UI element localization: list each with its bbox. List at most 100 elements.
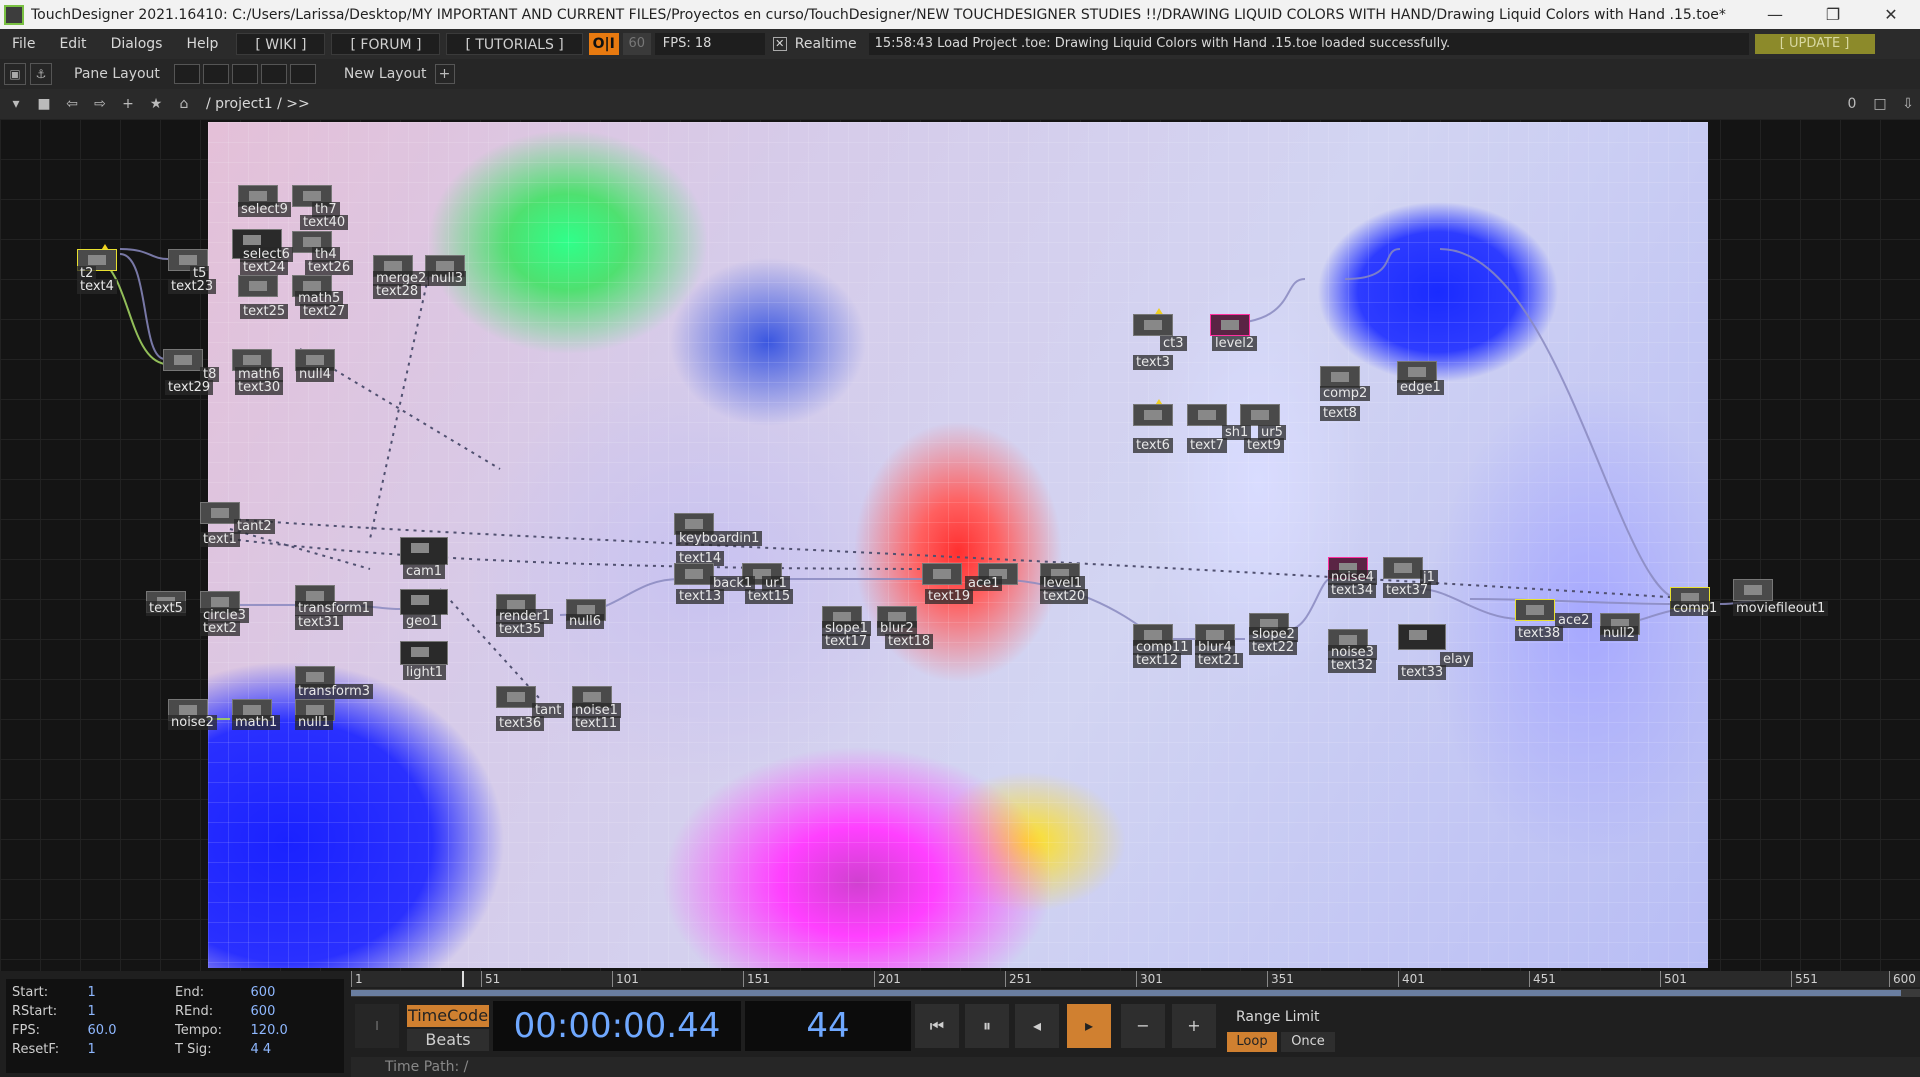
add-icon[interactable]: + bbox=[116, 92, 140, 116]
node-label-level2: level2 bbox=[1212, 336, 1258, 351]
pane-link-icon[interactable]: ⚓ bbox=[30, 63, 52, 85]
node-t8[interactable] bbox=[163, 349, 203, 371]
node-geo1[interactable] bbox=[400, 589, 448, 615]
first-frame-button[interactable]: ⏮ bbox=[915, 1004, 959, 1048]
menu-help[interactable]: Help bbox=[174, 36, 230, 52]
play-forward-button[interactable]: ▸ bbox=[1067, 1004, 1111, 1048]
node-blur5[interactable] bbox=[1240, 404, 1280, 426]
wiki-button[interactable]: [ WIKI ] bbox=[236, 33, 326, 55]
stat-value[interactable]: 4 4 bbox=[251, 1042, 338, 1061]
step-back-button[interactable]: − bbox=[1121, 1004, 1165, 1048]
node-math5-input[interactable] bbox=[238, 275, 278, 297]
ruler-tick: 201 bbox=[874, 971, 901, 987]
node-label-text17: text17 bbox=[822, 634, 871, 649]
ruler-tick: 101 bbox=[612, 971, 639, 987]
node-light1[interactable] bbox=[400, 641, 448, 665]
node-select-b[interactable] bbox=[1187, 404, 1227, 426]
realtime-label: Realtime bbox=[794, 36, 857, 52]
timeline-info-button[interactable]: I bbox=[355, 1004, 399, 1048]
stat-label: T Sig: bbox=[175, 1042, 212, 1057]
timeline-range-bar[interactable] bbox=[351, 989, 1920, 997]
node-cam1[interactable] bbox=[400, 537, 448, 565]
node-moviefileout1[interactable] bbox=[1733, 579, 1773, 601]
maximize-pane-icon[interactable]: □ bbox=[1868, 92, 1892, 116]
node-label-tant2: tant2 bbox=[234, 519, 275, 534]
node-adjust1[interactable] bbox=[1383, 557, 1423, 579]
home-icon[interactable]: ⌂ bbox=[172, 92, 196, 116]
node-level2[interactable] bbox=[1210, 314, 1250, 336]
step-forward-button[interactable]: + bbox=[1172, 1004, 1216, 1048]
stat-value[interactable]: 1 bbox=[88, 985, 175, 1004]
stat-value[interactable]: 1 bbox=[88, 1004, 175, 1023]
node-displace1[interactable] bbox=[922, 563, 962, 585]
network-path[interactable]: / project1 / >> bbox=[206, 96, 310, 112]
network-editor[interactable]: t2 text4 t5 text23 select9 th7 text40 se… bbox=[0, 119, 1920, 971]
forum-button[interactable]: [ FORUM ] bbox=[331, 33, 441, 55]
stat-value[interactable]: 600 bbox=[251, 1004, 338, 1023]
node-label-noise2: noise2 bbox=[168, 715, 217, 730]
loop-button[interactable]: Loop bbox=[1227, 1032, 1277, 1052]
node-replace2[interactable] bbox=[1515, 599, 1555, 621]
fps-readout: FPS: 18 bbox=[654, 33, 765, 55]
node-label-null3: null3 bbox=[428, 271, 466, 286]
stat-value[interactable]: 1 bbox=[88, 1042, 175, 1061]
close-button[interactable]: ✕ bbox=[1862, 5, 1920, 24]
node-label-text38: text38 bbox=[1515, 626, 1564, 641]
range-thumb[interactable] bbox=[351, 990, 1901, 996]
node-label-text7: text7 bbox=[1187, 438, 1227, 453]
stat-label: Start: bbox=[12, 985, 49, 1000]
ruler-tick: 251 bbox=[1005, 971, 1032, 987]
pane-view-icon[interactable]: ▣ bbox=[4, 63, 26, 85]
node-comp2[interactable] bbox=[1320, 366, 1360, 388]
stat-value[interactable]: 60.0 bbox=[88, 1023, 175, 1042]
play-reverse-button[interactable]: ◂ bbox=[1015, 1004, 1059, 1048]
stop-icon[interactable]: ■ bbox=[32, 92, 56, 116]
playhead[interactable] bbox=[462, 971, 467, 987]
menu-edit[interactable]: Edit bbox=[47, 36, 98, 52]
layout-single-button[interactable] bbox=[173, 64, 200, 84]
tutorials-button[interactable]: [ TUTORIALS ] bbox=[446, 33, 583, 55]
node-select-a[interactable] bbox=[1133, 404, 1173, 426]
timecode-mode-button[interactable]: TimeCode bbox=[407, 1005, 489, 1027]
stat-value[interactable]: 120.0 bbox=[251, 1023, 338, 1042]
timecode-display[interactable]: 00:00:00.44 bbox=[493, 1001, 741, 1051]
ruler-tick: 551 bbox=[1791, 971, 1818, 987]
timeline-ruler[interactable]: 1 51 101 151 201 251 301 351 401 451 501… bbox=[351, 971, 1920, 987]
realtime-checkbox[interactable]: ✕ bbox=[772, 37, 787, 51]
restore-button[interactable]: ❐ bbox=[1804, 5, 1862, 24]
layout-split-horizontal-button[interactable] bbox=[231, 64, 258, 84]
range-limit-label: Range Limit bbox=[1236, 1009, 1320, 1025]
ruler-tick: 301 bbox=[1136, 971, 1163, 987]
new-layout-plus-button[interactable]: + bbox=[434, 64, 455, 84]
stat-value[interactable]: 600 bbox=[251, 985, 338, 1004]
minimize-button[interactable]: — bbox=[1746, 5, 1804, 24]
once-button[interactable]: Once bbox=[1281, 1032, 1335, 1052]
pause-button[interactable]: ⏸ bbox=[965, 1004, 1009, 1048]
menu-dialogs[interactable]: Dialogs bbox=[99, 36, 175, 52]
beats-mode-button[interactable]: Beats bbox=[407, 1029, 489, 1051]
node-label-text4: text4 bbox=[77, 279, 117, 294]
node-label-text2: text2 bbox=[200, 621, 240, 636]
frame-display[interactable]: 44 bbox=[745, 1001, 911, 1051]
node-label-text26: text26 bbox=[305, 260, 354, 275]
back-icon[interactable]: ⇦ bbox=[60, 92, 84, 116]
perform-mode-toggle[interactable]: O|I bbox=[588, 33, 619, 55]
node-feedback1[interactable] bbox=[674, 563, 714, 585]
node-select3[interactable] bbox=[1133, 314, 1173, 336]
layout-split-vertical-button[interactable] bbox=[202, 64, 229, 84]
node-constant[interactable] bbox=[496, 686, 536, 708]
node-label-text11: text11 bbox=[572, 716, 621, 731]
pane-menu-icon[interactable]: ▾ bbox=[4, 92, 28, 116]
ruler-tick: 151 bbox=[743, 971, 770, 987]
layout-three-button[interactable] bbox=[260, 64, 287, 84]
status-message: 15:58:43 Load Project .toe: Drawing Liqu… bbox=[868, 33, 1749, 55]
layout-quad-button[interactable] bbox=[289, 64, 316, 84]
node-delay[interactable] bbox=[1398, 624, 1446, 650]
menu-file[interactable]: File bbox=[0, 36, 47, 52]
bookmark-star-icon[interactable]: ★ bbox=[144, 92, 168, 116]
time-path: Time Path: / bbox=[351, 1057, 1920, 1077]
update-button[interactable]: [ UPDATE ] bbox=[1754, 34, 1875, 54]
pin-pane-icon[interactable]: ⇩ bbox=[1896, 92, 1920, 116]
forward-icon[interactable]: ⇨ bbox=[88, 92, 112, 116]
target-fps: 60 bbox=[622, 33, 651, 55]
